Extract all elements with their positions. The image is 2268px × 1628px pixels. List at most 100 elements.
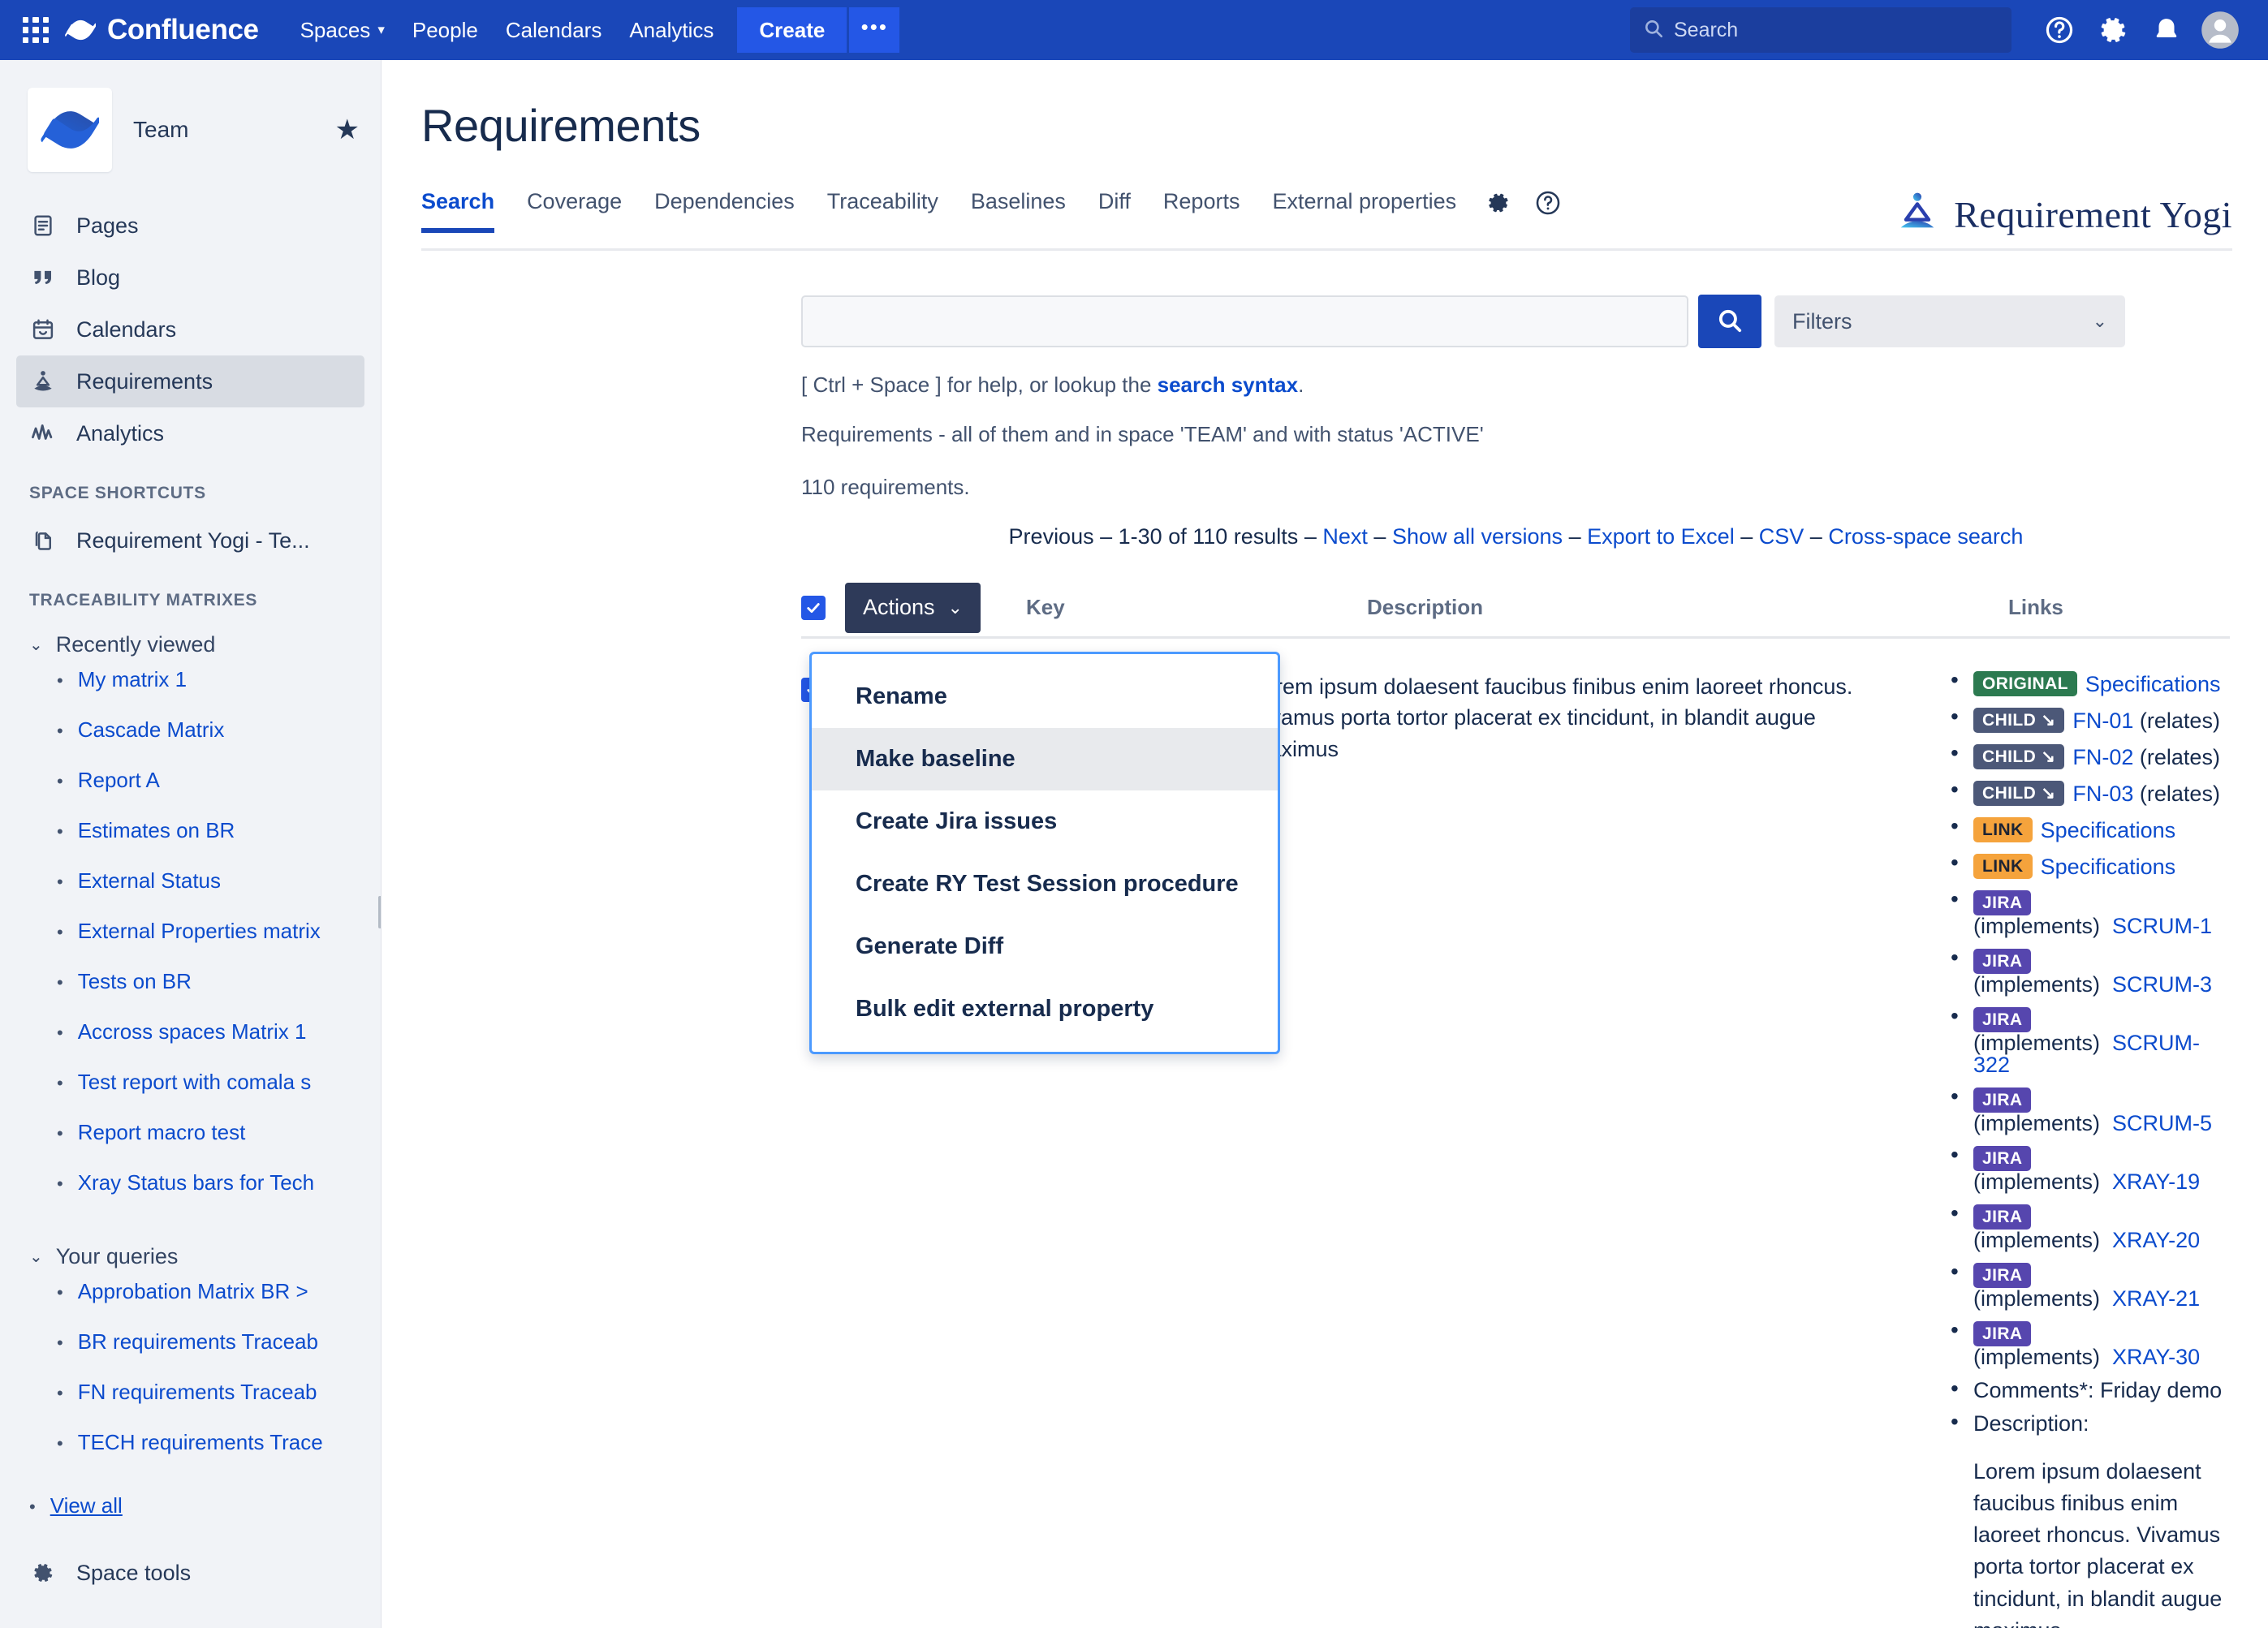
avatar[interactable] xyxy=(2193,3,2247,57)
sidebar-shortcut-requirement-yogi[interactable]: Requirement Yogi - Te... xyxy=(16,515,364,566)
gear-icon[interactable] xyxy=(1472,189,1523,231)
link-target[interactable]: XRAY-19 xyxy=(2112,1169,2200,1194)
link-target[interactable]: XRAY-21 xyxy=(2112,1286,2200,1311)
app-switcher-icon[interactable] xyxy=(18,12,54,48)
search-submit-button[interactable] xyxy=(1698,295,1761,348)
menu-item-rename[interactable]: Rename xyxy=(812,665,1278,728)
confluence-logo-icon xyxy=(65,16,96,44)
star-icon[interactable]: ★ xyxy=(335,114,360,146)
link-relation: (relates) xyxy=(2140,782,2220,806)
help-icon[interactable] xyxy=(2033,3,2086,57)
badge-jira: JIRA xyxy=(1973,1263,2031,1288)
menu-item-generate-diff[interactable]: Generate Diff xyxy=(812,915,1278,978)
confluence-home-link[interactable]: Confluence xyxy=(65,14,259,46)
cross-space-search-link[interactable]: Cross-space search xyxy=(1828,524,2023,549)
gear-icon[interactable] xyxy=(2086,3,2140,57)
list-item[interactable]: •Cascade Matrix xyxy=(0,717,381,768)
column-header-description: Description xyxy=(1367,595,2008,620)
tab-traceability[interactable]: Traceability xyxy=(811,189,955,230)
list-item[interactable]: •Report A xyxy=(0,768,381,818)
tab-dependencies[interactable]: Dependencies xyxy=(638,189,811,230)
space-header[interactable]: Team ★ xyxy=(0,60,381,172)
sidebar-item-pages[interactable]: Pages xyxy=(16,200,364,252)
badge-jira: JIRA xyxy=(1973,1146,2031,1171)
list-item[interactable]: •External Properties matrix xyxy=(0,919,381,969)
sidebar-group-recently-viewed[interactable]: ⌄ Recently viewed xyxy=(0,622,381,667)
export-to-excel-link[interactable]: Export to Excel xyxy=(1587,524,1735,549)
list-item-label: Test report with comala s xyxy=(78,1070,312,1095)
list-item[interactable]: •TECH requirements Trace xyxy=(0,1430,381,1480)
link-target[interactable]: FN-01 xyxy=(2072,708,2133,733)
link-target[interactable]: Specifications xyxy=(2041,818,2176,842)
list-item[interactable]: •Report macro test xyxy=(0,1120,381,1170)
page-icon xyxy=(29,212,57,239)
search-input[interactable] xyxy=(801,295,1688,347)
sidebar-item-blog[interactable]: Blog xyxy=(16,252,364,304)
list-item-label: BR requirements Traceab xyxy=(78,1329,318,1355)
link-target[interactable]: XRAY-20 xyxy=(2112,1228,2200,1252)
nav-item-people[interactable]: People xyxy=(399,7,492,53)
menu-item-make-baseline[interactable]: Make baseline xyxy=(812,728,1278,790)
menu-item-bulk-edit-external-property[interactable]: Bulk edit external property xyxy=(812,978,1278,1040)
notifications-icon[interactable] xyxy=(2140,3,2193,57)
select-all-checkbox[interactable] xyxy=(801,596,826,620)
link-target[interactable]: Specifications xyxy=(2041,855,2176,879)
top-navigation-bar: Confluence Spaces ▾ People Calendars Ana… xyxy=(0,0,2268,60)
tab-reports[interactable]: Reports xyxy=(1147,189,1257,230)
link-item: JIRA(implements) XRAY-19 xyxy=(1946,1146,2230,1193)
list-item[interactable]: •External Status xyxy=(0,868,381,919)
pagination-next[interactable]: Next xyxy=(1322,524,1368,549)
list-item-label: Report macro test xyxy=(78,1120,246,1145)
menu-item-create-ry-test-session-procedure[interactable]: Create RY Test Session procedure xyxy=(812,853,1278,915)
list-item[interactable]: •Tests on BR xyxy=(0,969,381,1019)
requirement-yogi-logo: Requirement Yogi xyxy=(1894,189,2232,248)
tab-search[interactable]: Search xyxy=(421,189,511,230)
nav-item-analytics[interactable]: Analytics xyxy=(615,7,727,53)
sidebar-item-analytics[interactable]: Analytics xyxy=(16,407,364,459)
list-item-label: Tests on BR xyxy=(78,969,192,994)
list-item[interactable]: •FN requirements Traceab xyxy=(0,1380,381,1430)
tab-baselines[interactable]: Baselines xyxy=(955,189,1082,230)
link-target[interactable]: FN-03 xyxy=(2072,782,2133,806)
search-syntax-link[interactable]: search syntax xyxy=(1158,373,1298,397)
link-item: ORIGINALSpecifications xyxy=(1946,671,2230,696)
list-item[interactable]: •Approbation Matrix BR > xyxy=(0,1279,381,1329)
sidebar-resize-handle[interactable] xyxy=(378,896,382,928)
tab-diff[interactable]: Diff xyxy=(1082,189,1147,230)
list-item[interactable]: •Estimates on BR xyxy=(0,818,381,868)
link-target[interactable]: FN-02 xyxy=(2072,745,2133,769)
bullet-icon: • xyxy=(57,1075,63,1092)
tab-coverage[interactable]: Coverage xyxy=(511,189,638,230)
sidebar-item-requirements[interactable]: Requirements xyxy=(16,355,364,407)
menu-item-create-jira-issues[interactable]: Create Jira issues xyxy=(812,790,1278,853)
pagination-dash: – xyxy=(1304,524,1317,549)
link-target[interactable]: SCRUM-5 xyxy=(2112,1111,2212,1135)
filters-dropdown[interactable]: Filters ⌄ xyxy=(1774,295,2125,347)
sidebar-item-calendars[interactable]: Calendars xyxy=(16,304,364,355)
list-item-label: FN requirements Traceab xyxy=(78,1380,317,1405)
create-button[interactable]: Create xyxy=(737,7,847,53)
list-item[interactable]: • Test report with comala s xyxy=(0,1070,381,1120)
nav-item-calendars[interactable]: Calendars xyxy=(492,7,616,53)
create-more-button[interactable]: ••• xyxy=(849,7,899,53)
link-item: JIRA(implements) XRAY-30 xyxy=(1946,1321,2230,1368)
link-target[interactable]: SCRUM-3 xyxy=(2112,972,2212,997)
link-target[interactable]: Specifications xyxy=(2085,672,2221,696)
help-circle-icon[interactable] xyxy=(1523,189,1573,231)
csv-link[interactable]: CSV xyxy=(1759,524,1804,549)
list-item[interactable]: •Accross spaces Matrix 1 xyxy=(0,1019,381,1070)
sidebar-group-your-queries[interactable]: ⌄ Your queries xyxy=(0,1234,381,1279)
list-item[interactable]: •Xray Status bars for Tech xyxy=(0,1170,381,1221)
list-item[interactable]: •BR requirements Traceab xyxy=(0,1329,381,1380)
sidebar-item-space-tools[interactable]: Space tools xyxy=(16,1547,364,1599)
link-target[interactable]: XRAY-30 xyxy=(2112,1345,2200,1369)
tab-external-properties[interactable]: External properties xyxy=(1256,189,1472,230)
chevron-down-icon: ⌄ xyxy=(29,635,43,655)
link-target[interactable]: SCRUM-1 xyxy=(2112,914,2212,938)
nav-item-spaces[interactable]: Spaces ▾ xyxy=(287,7,399,53)
actions-dropdown-button[interactable]: Actions ⌄ xyxy=(845,583,981,633)
global-search-input[interactable]: Search xyxy=(1630,7,2011,53)
show-all-versions-link[interactable]: Show all versions xyxy=(1392,524,1563,549)
view-all-link[interactable]: • View all xyxy=(0,1493,381,1544)
list-item[interactable]: •My matrix 1 xyxy=(0,667,381,717)
